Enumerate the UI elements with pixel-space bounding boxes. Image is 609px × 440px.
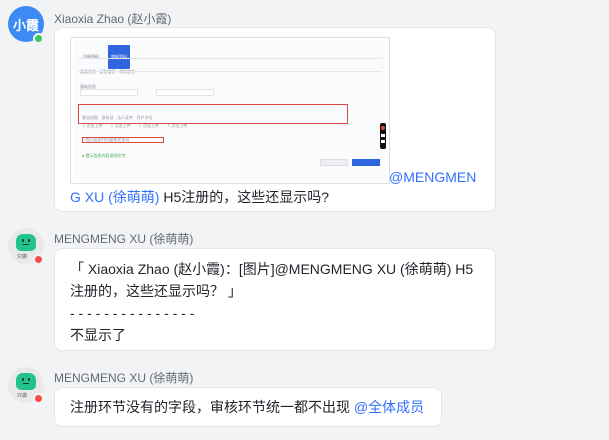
sender-name[interactable]: MENGMENG XU (徐萌萌) [54, 369, 193, 386]
sender-name[interactable]: Xiaoxia Zhao (赵小霞) [54, 10, 171, 27]
mention-continued[interactable]: G XU (徐萌萌) [70, 189, 159, 205]
sender-name[interactable]: MENGMENG XU (徐萌萌) [54, 230, 193, 247]
avatar-tag: 只做 [17, 393, 28, 399]
message-bubble[interactable]: 注册资料 审核资料 基础信息 · 证照信息 · 审批信息 基础信息 营业执照 ·… [54, 27, 496, 212]
attached-image[interactable]: 注册资料 审核资料 基础信息 · 证照信息 · 审批信息 基础信息 营业执照 ·… [70, 37, 390, 184]
message-bubble[interactable]: 「 Xiaoxia Zhao (赵小霞)：[图片]@MENGMENG XU (徐… [54, 248, 496, 351]
avatar-tag: 只做 [17, 254, 28, 260]
image-content: 注册资料 审核资料 基础信息 · 证照信息 · 审批信息 基础信息 营业执照 ·… [74, 41, 386, 180]
mention-link[interactable]: @MENGMEN [389, 166, 476, 188]
highlight-box-2 [82, 137, 164, 143]
online-status-icon [33, 33, 44, 44]
quote-divider: - - - - - - - - - - - - - - - [70, 305, 195, 321]
message-text: 注册环节没有的字段，审核环节统一都不出现 @全体成员 [70, 399, 425, 415]
quote-line-1: 「 Xiaoxia Zhao (赵小霞)：[图片]@MENGMENG XU (徐… [70, 261, 474, 277]
busy-status-icon [33, 393, 44, 404]
message-text: G XU (徐萌萌) H5注册的，这些还显示吗? [70, 189, 330, 205]
busy-status-icon [33, 254, 44, 265]
reply-text: 不显示了 [70, 327, 126, 343]
avatar-text: 小霞 [12, 17, 39, 33]
mention-all[interactable]: @全体成员 [354, 399, 424, 415]
message-bubble[interactable]: 注册环节没有的字段，审核环节统一都不出现 @全体成员 [54, 387, 442, 427]
quote-line-2: 注册的，这些还显示吗？ 」 [70, 283, 242, 299]
